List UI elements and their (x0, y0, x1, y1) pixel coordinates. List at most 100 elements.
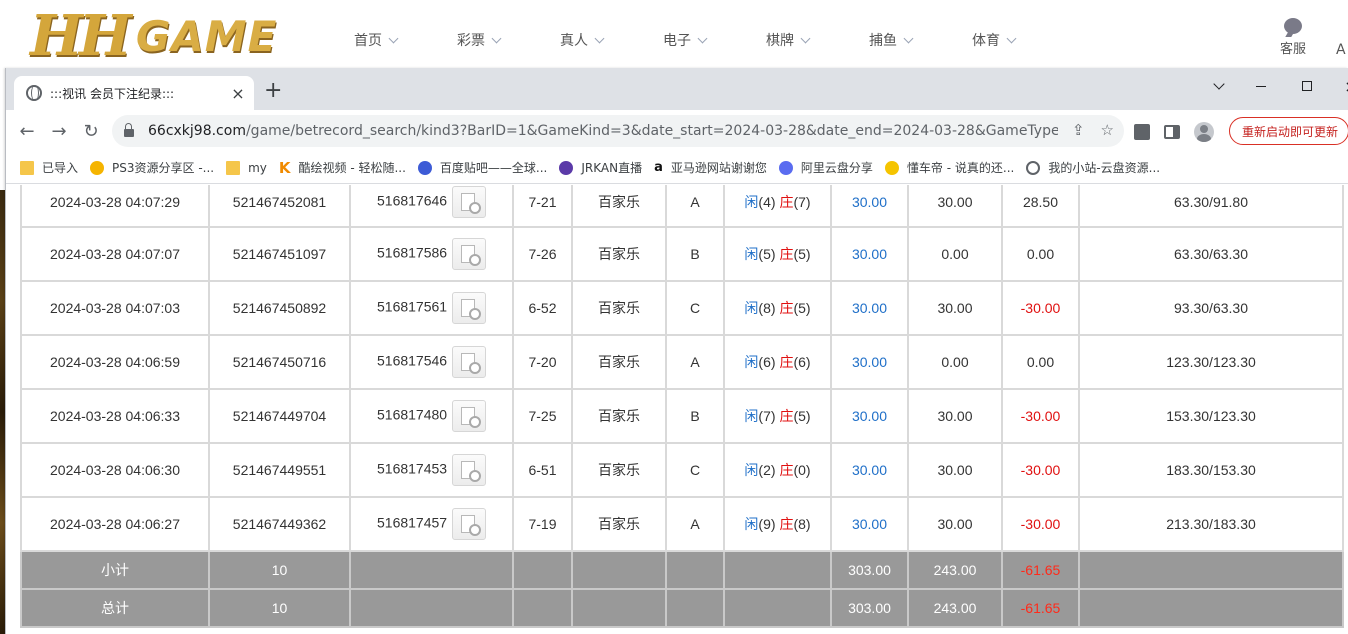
empty-cell (571, 550, 667, 590)
total-win-loss: -61.65 (1001, 588, 1080, 628)
language-label[interactable]: A (1336, 42, 1346, 58)
nav-item-home[interactable]: 首页 (354, 30, 457, 50)
close-window-button[interactable]: × (1328, 72, 1348, 100)
win-loss-cell: -30.00 (1001, 496, 1080, 552)
player-points: (4) (758, 193, 776, 210)
video-replay-icon[interactable] (452, 454, 487, 486)
side-panel-icon[interactable] (1164, 125, 1180, 139)
video-replay-icon[interactable] (452, 292, 487, 324)
url-path: /game/betrecord_search/kind3?BarID=1&Gam… (245, 123, 1058, 139)
banker-label: 庄 (779, 354, 794, 370)
back-button[interactable]: ← (14, 118, 40, 144)
empty-cell (512, 550, 573, 590)
result-cell: 闲(2) 庄(0) (723, 442, 832, 498)
nav-item-lottery[interactable]: 彩票 (457, 30, 560, 50)
nav-item-fishing[interactable]: 捕鱼 (869, 30, 972, 50)
valid-bet-cell: 30.00 (907, 442, 1003, 498)
restart-to-update-button[interactable]: 重新启动即可更新 (1229, 117, 1348, 145)
game-id-cell: 516817453 (349, 442, 514, 498)
subtotal-amount: 303.00 (830, 550, 909, 590)
bookmark-item[interactable]: JRKAN直播 (559, 159, 642, 176)
bet-time-cell: 2024-03-28 04:07:07 (20, 226, 210, 282)
extensions-puzzle-icon[interactable] (1134, 124, 1150, 140)
result-cell: 闲(6) 庄(6) (723, 334, 832, 390)
bookmark-item[interactable]: 我的小站-云盘资源... (1026, 159, 1160, 176)
bet-id-cell: 521467449704 (208, 388, 351, 444)
banker-points: (5) (793, 300, 811, 316)
result-cell: 闲(4) 庄(7) (723, 185, 832, 228)
nav-item-slots[interactable]: 电子 (663, 30, 766, 50)
player-points: (9) (758, 516, 776, 532)
table-row: 2024-03-28 04:06:27 521467449362 5168174… (20, 496, 1344, 552)
reload-button[interactable]: ↻ (78, 118, 104, 144)
game-type-cell: 百家乐 (571, 226, 667, 282)
win-loss-cell: 28.50 (1001, 185, 1080, 228)
nav-label: 彩票 (457, 33, 485, 49)
video-replay-icon[interactable] (452, 508, 487, 540)
video-replay-icon[interactable] (452, 238, 487, 270)
forward-button[interactable]: → (46, 118, 72, 144)
bookmark-label: 懂车帝 - 说真的还... (906, 161, 1015, 175)
extension-area (1134, 122, 1214, 142)
empty-cell (1078, 550, 1344, 590)
url-text[interactable]: 66cxkj98.com/game/betrecord_search/kind3… (148, 123, 1058, 139)
balance-cell: 63.30/91.80 (1078, 185, 1344, 228)
maximize-button[interactable] (1284, 72, 1330, 100)
maximize-icon (1302, 81, 1312, 91)
nav-label: 棋牌 (766, 33, 794, 49)
nav-item-live[interactable]: 真人 (560, 30, 663, 50)
empty-cell (665, 550, 725, 590)
bookmark-item[interactable]: 已导入 (20, 159, 78, 176)
hh-game-logo[interactable]: HH GAME (30, 3, 277, 69)
star-bookmark-icon[interactable]: ☆ (1101, 121, 1114, 139)
owl-icon (90, 160, 105, 175)
bet-id-cell: 521467450716 (208, 334, 351, 390)
lock-icon (124, 123, 134, 137)
video-replay-icon[interactable] (452, 185, 487, 218)
new-tab-button[interactable]: + (264, 80, 282, 102)
close-tab-icon[interactable]: × (230, 84, 246, 103)
tab-search-button[interactable] (1196, 72, 1242, 100)
profile-avatar-icon[interactable] (1194, 122, 1214, 142)
video-replay-icon[interactable] (452, 346, 487, 378)
bookmark-item[interactable]: PS3资源分享区 -... (90, 159, 214, 176)
bookmark-item[interactable]: 懂车帝 - 说真的还... (884, 159, 1015, 176)
game-id-cell: 516817480 (349, 388, 514, 444)
share-icon[interactable]: ⇪ (1072, 121, 1085, 139)
table-row: 2024-03-28 04:06:33 521467449704 5168174… (20, 388, 1344, 444)
bet-amount-cell: 30.00 (830, 185, 909, 228)
bookmark-item[interactable]: my (226, 160, 267, 175)
bet-amount-cell: 30.00 (830, 496, 909, 552)
nav-item-sports[interactable]: 体育 (972, 30, 1075, 50)
result-cell: 闲(7) 庄(5) (723, 388, 832, 444)
bet-id-cell: 521467451097 (208, 226, 351, 282)
video-replay-icon[interactable] (452, 400, 487, 432)
game-id-cell: 516817561 (349, 280, 514, 336)
balance-cell: 123.30/123.30 (1078, 334, 1344, 390)
customer-service-button[interactable]: 客服 (1276, 18, 1310, 57)
chevron-down-icon (594, 33, 605, 43)
valid-bet-cell: 30.00 (907, 185, 1003, 228)
total-valid: 243.00 (907, 588, 1003, 628)
game-id-text: 516817586 (377, 244, 448, 261)
minimize-button[interactable] (1238, 72, 1284, 100)
bookmark-item[interactable]: K 酷绘视频 - 轻松随... (279, 159, 406, 176)
subtotal-count: 10 (208, 550, 351, 590)
address-bar[interactable]: 66cxkj98.com/game/betrecord_search/kind3… (112, 115, 1124, 147)
bookmark-item[interactable]: a 亚马逊网站谢谢您 (654, 159, 767, 176)
total-row: 总计 10 303.00 243.00 -61.65 (20, 588, 1344, 628)
game-id-cell: 516817457 (349, 496, 514, 552)
nav-label: 真人 (560, 33, 588, 49)
game-id-text: 516817457 (377, 514, 448, 531)
nav-item-cards[interactable]: 棋牌 (766, 30, 869, 50)
player-points: (2) (758, 462, 776, 478)
bookmark-item[interactable]: 百度贴吧——全球... (417, 159, 547, 176)
banker-points: (0) (793, 462, 811, 478)
tab-bar: :::视讯 会员下注纪录::: × + × (6, 68, 1348, 110)
game-id-text: 516817646 (377, 192, 448, 209)
tab-bet-record[interactable]: :::视讯 会员下注纪录::: × (14, 76, 254, 110)
bookmark-label: PS3资源分享区 -... (112, 161, 215, 175)
total-amount: 303.00 (830, 588, 909, 628)
bookmark-item[interactable]: 阿里云盘分享 (778, 159, 873, 176)
banker-label: 庄 (779, 300, 794, 316)
